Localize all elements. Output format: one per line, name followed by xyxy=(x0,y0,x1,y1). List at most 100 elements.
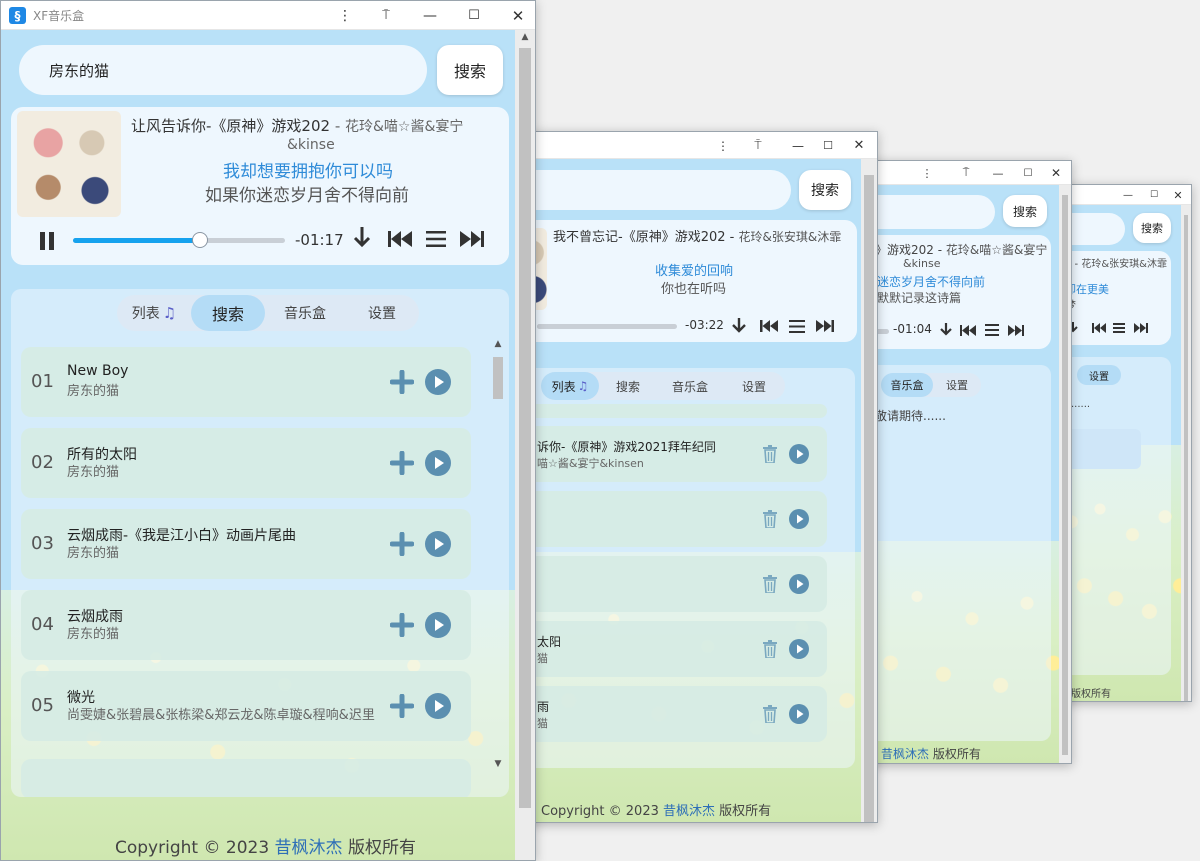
pin-on-top-icon[interactable]: ⍑ xyxy=(377,1,395,30)
scroll-up-icon[interactable]: ▲ xyxy=(515,32,535,42)
add-icon[interactable] xyxy=(389,531,415,557)
playlist-icon[interactable] xyxy=(423,227,449,251)
author-link[interactable]: 昔枫沐杰 xyxy=(881,747,929,761)
window-scroll-thumb[interactable] xyxy=(519,48,531,808)
tab-search[interactable]: 搜索 xyxy=(191,295,265,331)
close-icon[interactable]: ✕ xyxy=(1049,161,1063,185)
list-item[interactable]: 雨猫 xyxy=(501,686,827,742)
minimize-icon[interactable]: — xyxy=(421,1,439,30)
more-options-icon[interactable]: ⋮ xyxy=(921,161,933,185)
search-button[interactable]: 搜索 xyxy=(1003,195,1047,227)
progress-bar[interactable] xyxy=(73,232,285,248)
play-icon[interactable] xyxy=(789,639,809,659)
more-options-icon[interactable]: ⋮ xyxy=(717,132,729,159)
play-icon[interactable] xyxy=(425,612,451,638)
scroll-down-icon[interactable]: ▼ xyxy=(491,759,505,769)
tab-settings[interactable]: 设置 xyxy=(345,295,419,331)
delete-icon[interactable] xyxy=(761,639,779,659)
list-scroll-thumb[interactable] xyxy=(493,357,503,399)
minimize-icon[interactable]: — xyxy=(791,132,805,159)
tab-settings[interactable]: 设置 xyxy=(723,372,785,400)
list-item[interactable]: 04 云烟成雨 房东的猫 xyxy=(21,590,471,660)
tab-settings[interactable]: 设置 xyxy=(933,373,981,397)
delete-icon[interactable] xyxy=(761,509,779,529)
play-icon[interactable] xyxy=(425,369,451,395)
play-icon[interactable] xyxy=(425,450,451,476)
download-icon[interactable] xyxy=(939,321,953,339)
play-icon[interactable] xyxy=(789,704,809,724)
previous-icon[interactable] xyxy=(759,316,779,336)
close-icon[interactable]: ✕ xyxy=(1171,185,1185,205)
next-icon[interactable] xyxy=(459,227,485,251)
add-icon[interactable] xyxy=(389,693,415,719)
previous-icon[interactable] xyxy=(1091,321,1107,335)
list-item[interactable]: 01 New Boy 房东的猫 xyxy=(21,347,471,417)
list-item[interactable]: 03 云烟成雨-《我是江小白》动画片尾曲 房东的猫 xyxy=(21,509,471,579)
search-button[interactable]: 搜索 xyxy=(799,170,851,210)
search-input[interactable]: 房东的猫 xyxy=(19,45,427,95)
delete-icon[interactable] xyxy=(761,704,779,724)
previous-icon[interactable] xyxy=(959,321,977,339)
playlist-icon[interactable] xyxy=(983,321,1001,339)
pin-on-top-icon[interactable]: ⍑ xyxy=(959,161,973,185)
list-item[interactable]: 太阳猫 xyxy=(501,621,827,677)
track-number: 04 xyxy=(31,614,54,635)
maximize-icon[interactable]: ☐ xyxy=(465,1,483,30)
playlist-icon[interactable] xyxy=(1111,321,1127,335)
minimize-icon[interactable]: — xyxy=(991,161,1005,185)
next-icon[interactable] xyxy=(1133,321,1149,335)
list-item[interactable]: 02 所有的太阳 房东的猫 xyxy=(21,428,471,498)
scrollbar[interactable] xyxy=(1059,185,1071,763)
add-icon[interactable] xyxy=(389,450,415,476)
next-icon[interactable] xyxy=(1007,321,1025,339)
delete-icon[interactable] xyxy=(761,444,779,464)
author-link[interactable]: 昔枫沐杰 xyxy=(275,838,343,858)
window-scrollbar[interactable]: ▲ xyxy=(515,30,535,860)
add-icon[interactable] xyxy=(389,369,415,395)
next-icon[interactable] xyxy=(815,316,835,336)
list-scrollbar[interactable]: ▲ ▼ xyxy=(491,339,505,769)
tab-settings[interactable]: 设置 xyxy=(1077,365,1121,385)
play-icon[interactable] xyxy=(789,509,809,529)
maximize-icon[interactable]: ☐ xyxy=(1147,185,1161,205)
download-icon[interactable] xyxy=(351,225,373,251)
play-icon[interactable] xyxy=(425,693,451,719)
list-item[interactable] xyxy=(501,556,827,612)
play-icon[interactable] xyxy=(789,444,809,464)
playlist-icon[interactable] xyxy=(787,316,807,336)
maximize-icon[interactable]: ☐ xyxy=(1021,161,1035,185)
scrollbar[interactable] xyxy=(861,159,877,822)
delete-icon[interactable] xyxy=(761,574,779,594)
previous-icon[interactable] xyxy=(387,227,413,251)
tab-search[interactable]: 搜索 xyxy=(599,372,657,400)
add-icon[interactable] xyxy=(389,612,415,638)
list-item[interactable] xyxy=(501,491,827,547)
tab-music-box[interactable]: 音乐盒 xyxy=(881,373,933,397)
download-icon[interactable] xyxy=(731,316,747,336)
author-link[interactable]: 昔枫沐杰 xyxy=(663,804,715,819)
list-item[interactable]: 05 微光 尚雯婕&张碧晨&张栋梁&郑云龙&陈卓璇&程响&迟里 xyxy=(21,671,471,741)
scroll-up-icon[interactable]: ▲ xyxy=(491,339,505,349)
play-icon[interactable] xyxy=(425,531,451,557)
tab-music-box[interactable]: 音乐盒 xyxy=(657,372,723,400)
search-input[interactable] xyxy=(501,170,791,210)
scrollbar[interactable] xyxy=(1181,205,1191,701)
pin-on-top-icon[interactable]: ⍑ xyxy=(751,132,765,159)
progress-knob[interactable] xyxy=(192,232,209,248)
search-button[interactable]: 搜索 xyxy=(437,45,503,95)
more-options-icon[interactable]: ⋮ xyxy=(337,1,353,30)
list-item[interactable]: 诉你-《原神》游戏2021拜年纪同 喵☆酱&宴宁&kinsen xyxy=(501,426,827,482)
close-icon[interactable]: ✕ xyxy=(509,1,527,30)
tab-list[interactable]: 列表 ♫ xyxy=(541,372,599,400)
list-item-partial[interactable] xyxy=(21,759,471,797)
search-button[interactable]: 搜索 xyxy=(1133,213,1171,243)
tab-music-box[interactable]: 音乐盒 xyxy=(265,295,345,331)
play-icon[interactable] xyxy=(789,574,809,594)
minimize-icon[interactable]: — xyxy=(1121,185,1135,205)
progress-bar[interactable] xyxy=(537,324,677,329)
tab-list[interactable]: 列表 ♫ xyxy=(117,295,191,331)
close-icon[interactable]: ✕ xyxy=(851,132,867,159)
maximize-icon[interactable]: ☐ xyxy=(821,132,835,159)
pause-icon[interactable] xyxy=(37,229,57,253)
list-item-partial[interactable] xyxy=(501,404,827,418)
